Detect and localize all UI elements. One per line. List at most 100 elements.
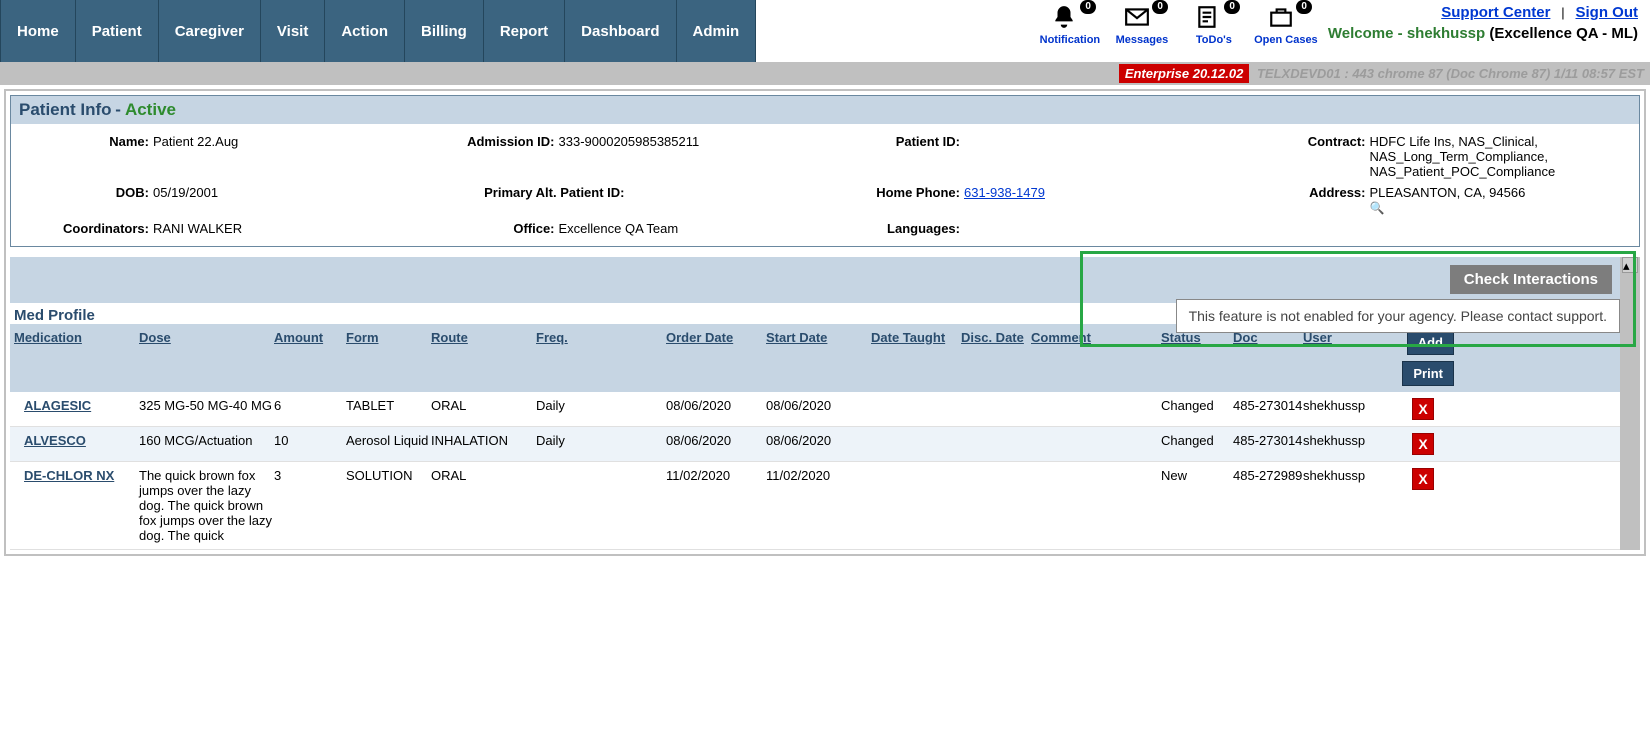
label-admission: Admission ID: <box>425 134 555 179</box>
nav-admin[interactable]: Admin <box>677 0 757 62</box>
value-coordinators: RANI WALKER <box>153 221 415 236</box>
table-row: ALAGESIC 325 MG-50 MG-40 MG6TABLETORALDai… <box>10 392 1620 427</box>
todos-icon-badge: 0 <box>1224 0 1240 14</box>
nav-home[interactable]: Home <box>0 0 76 62</box>
messages-icon-label: Messages <box>1116 34 1169 46</box>
patient-info-box: Patient Info - Active Name:Patient 22.Au… <box>10 95 1640 247</box>
cell-doc: 485-273014 <box>1233 433 1303 448</box>
nav-patient[interactable]: Patient <box>76 0 159 62</box>
cell-status: Changed <box>1161 398 1233 413</box>
label-primary-alt: Primary Alt. Patient ID: <box>425 185 625 215</box>
cell-freq: Daily <box>536 433 666 448</box>
check-interactions-button[interactable]: Check Interactions <box>1450 265 1612 294</box>
cell-dose: 325 MG-50 MG-40 MG <box>139 398 274 413</box>
label-patient-id: Patient ID: <box>830 134 960 179</box>
nav-dashboard[interactable]: Dashboard <box>565 0 676 62</box>
cell-route: ORAL <box>431 468 536 483</box>
nav-report[interactable]: Report <box>484 0 565 62</box>
cell-amount: 3 <box>274 468 346 483</box>
account-links: Support Center | Sign Out <box>1441 4 1638 21</box>
cell-start-date: 11/02/2020 <box>766 468 871 483</box>
messages-icon-badge: 0 <box>1152 0 1168 14</box>
label-contract: Contract: <box>1236 134 1366 179</box>
col-date-taught[interactable]: Date Taught <box>871 330 961 345</box>
col-amount[interactable]: Amount <box>274 330 346 345</box>
value-dob: 05/19/2001 <box>153 185 415 215</box>
notification-icon-badge: 0 <box>1080 0 1096 14</box>
cell-user: shekhussp <box>1303 433 1388 448</box>
value-office: Excellence QA Team <box>559 221 821 236</box>
medication-link[interactable]: DE-CHLOR NX <box>24 468 114 483</box>
top-right-area: 0 Notification 0 Messages 0 ToDo's 0Open Cases… <box>756 0 1650 62</box>
col-order-date[interactable]: Order Date <box>666 330 766 345</box>
welcome-text: Welcome - shekhussp (Excellence QA - ML) <box>1328 25 1638 42</box>
messages-icon-column[interactable]: 0 Messages <box>1106 0 1178 46</box>
col-freq[interactable]: Freq. <box>536 330 666 345</box>
nav-billing[interactable]: Billing <box>405 0 484 62</box>
cell-amount: 10 <box>274 433 346 448</box>
cell-amount: 6 <box>274 398 346 413</box>
todos-icon-column[interactable]: 0 ToDo's <box>1178 0 1250 46</box>
cell-dose: 160 MCG/Actuation <box>139 433 274 448</box>
cell-route: ORAL <box>431 398 536 413</box>
label-languages: Languages: <box>830 221 960 236</box>
scrollbar-up-icon[interactable]: ▴ <box>1622 257 1638 273</box>
env-info: TELXDEVD01 : 443 chrome 87 (Doc Chrome 8… <box>1253 66 1644 81</box>
cell-start-date: 08/06/2020 <box>766 433 871 448</box>
cell-doc: 485-272989 <box>1233 468 1303 483</box>
cell-route: INHALATION <box>431 433 536 448</box>
nav-caregiver[interactable]: Caregiver <box>159 0 261 62</box>
cell-order-date: 08/06/2020 <box>666 398 766 413</box>
label-address: Address: <box>1236 185 1366 215</box>
delete-button[interactable]: X <box>1412 468 1434 490</box>
col-route[interactable]: Route <box>431 330 536 345</box>
add-button[interactable]: Add <box>1407 330 1454 355</box>
label-office: Office: <box>425 221 555 236</box>
cell-doc: 485-273014 <box>1233 398 1303 413</box>
nav-visit[interactable]: Visit <box>261 0 325 62</box>
notification-icon-column[interactable]: 0 Notification <box>1034 0 1106 46</box>
todos-icon-label: ToDo's <box>1196 34 1232 46</box>
col-start-date[interactable]: Start Date <box>766 330 871 345</box>
cell-status: New <box>1161 468 1233 483</box>
cell-form: Aerosol Liquid <box>346 433 431 448</box>
nav-action[interactable]: Action <box>325 0 405 62</box>
medication-link[interactable]: ALAGESIC <box>24 398 91 413</box>
top-nav: HomePatientCaregiverVisitActionBillingRe… <box>0 0 1650 62</box>
cell-freq: Daily <box>536 398 666 413</box>
label-name: Name: <box>19 134 149 179</box>
home-phone-link[interactable]: 631-938-1479 <box>964 185 1045 200</box>
value-admission: 333-9000205985385211 <box>559 134 821 179</box>
env-bar: Enterprise 20.12.02 TELXDEVD01 : 443 chr… <box>0 62 1650 85</box>
version-badge: Enterprise 20.12.02 <box>1119 64 1250 83</box>
cell-form: TABLET <box>346 398 431 413</box>
col-dose[interactable]: Dose <box>139 330 274 345</box>
print-button[interactable]: Print <box>1402 361 1454 386</box>
notification-icon-label: Notification <box>1040 34 1101 46</box>
value-address: PLEASANTON, CA, 94566🔍 <box>1370 185 1632 215</box>
delete-button[interactable]: X <box>1412 433 1434 455</box>
label-home-phone: Home Phone: <box>830 185 960 215</box>
col-medication[interactable]: Medication <box>14 330 139 345</box>
cell-dose: The quick brown fox jumps over the lazy … <box>139 468 274 543</box>
cell-user: shekhussp <box>1303 468 1388 483</box>
col-form[interactable]: Form <box>346 330 431 345</box>
main-container: Patient Info - Active Name:Patient 22.Au… <box>4 89 1646 556</box>
table-row: DE-CHLOR NX The quick brown fox jumps ove… <box>10 462 1620 550</box>
col-disc-date[interactable]: Disc. Date <box>961 330 1031 345</box>
support-center-link[interactable]: Support Center <box>1441 4 1550 21</box>
map-icon[interactable]: 🔍 <box>1370 201 1385 215</box>
value-contract: HDFC Life Ins, NAS_Clinical, NAS_Long_Te… <box>1370 134 1632 179</box>
label-coordinators: Coordinators: <box>19 221 149 236</box>
medication-link[interactable]: ALVESCO <box>24 433 86 448</box>
cell-start-date: 08/06/2020 <box>766 398 871 413</box>
med-topbar: Check Interactions This feature is not e… <box>10 257 1620 303</box>
cell-status: Changed <box>1161 433 1233 448</box>
open-cases-icon-column[interactable]: 0Open Cases <box>1250 0 1322 46</box>
open-cases-icon-badge: 0 <box>1296 0 1312 14</box>
value-primary-alt <box>629 185 821 215</box>
value-languages <box>964 221 1226 236</box>
col-comment[interactable]: Comment <box>1031 330 1161 345</box>
sign-out-link[interactable]: Sign Out <box>1576 4 1639 21</box>
delete-button[interactable]: X <box>1412 398 1434 420</box>
